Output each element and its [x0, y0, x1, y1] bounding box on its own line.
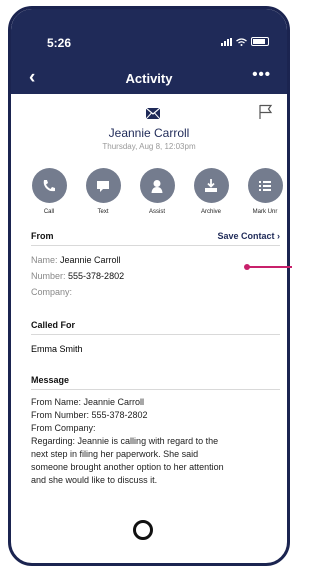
flag-icon[interactable] [259, 104, 273, 120]
name-label: Name: [31, 255, 58, 265]
message-line: someone brought another option to her at… [31, 462, 224, 472]
nav-bar: ‹ Activity ••• [11, 61, 287, 94]
from-section: From Save Contact › Name: Jeannie Carrol… [31, 231, 280, 297]
phone-frame: 5:26 ‹ Activity ••• Jeannie Carroll Thur… [8, 6, 290, 566]
message-line: From Company: [31, 423, 96, 433]
divider [31, 389, 280, 390]
call-label: Call [43, 209, 55, 215]
status-icons [221, 37, 269, 46]
page-title: Activity [125, 71, 173, 86]
divider [31, 334, 280, 335]
number-label: Number: [31, 271, 66, 281]
message-heading: Message [31, 375, 70, 385]
battery-icon [251, 37, 269, 46]
message-line: From Name: Jeannie Carroll [31, 397, 145, 407]
archive-button[interactable]: Archive [187, 168, 235, 215]
archive-label: Archive [200, 209, 221, 215]
message-line: From Number: 555-378-2802 [31, 410, 148, 420]
divider [31, 245, 280, 246]
envelope-icon [146, 108, 160, 119]
signal-icon [221, 37, 232, 46]
call-button[interactable]: Call [25, 168, 73, 215]
called-for-value: Emma Smith [31, 344, 83, 354]
message-body: From Name: Jeannie Carroll From Number: … [31, 396, 280, 487]
assist-label: Assist [148, 209, 165, 215]
from-company-row: Company: [31, 287, 280, 297]
home-button[interactable] [133, 520, 153, 540]
text-label: Text [97, 209, 109, 215]
message-line: next step in filing her paperwork. She s… [31, 449, 199, 459]
more-options-icon[interactable]: ••• [252, 66, 271, 83]
status-time: 5:26 [47, 36, 72, 50]
name-value: Jeannie Carroll [60, 255, 121, 265]
from-name-row: Name: Jeannie Carroll [31, 255, 280, 265]
called-for-heading: Called For [31, 320, 76, 330]
assist-icon [139, 168, 175, 203]
called-for-section: Called For Emma Smith [31, 320, 280, 354]
call-date: Thursday, Aug 8, 12:03pm [102, 142, 196, 151]
status-bar: 5:26 [11, 9, 287, 61]
phone-icon [31, 168, 67, 203]
archive-icon [193, 168, 229, 203]
chat-icon [85, 168, 121, 203]
callout-pointer [247, 266, 292, 268]
list-icon [247, 168, 283, 203]
save-contact-button[interactable]: Save Contact › [217, 231, 280, 241]
text-button[interactable]: Text [79, 168, 127, 215]
company-label: Company: [31, 287, 73, 297]
mark-unread-label: Mark Unr [252, 209, 278, 215]
message-line: and she would like to discuss it. [31, 475, 158, 485]
message-section: Message From Name: Jeannie Carroll From … [31, 375, 280, 487]
assist-button[interactable]: Assist [133, 168, 181, 215]
message-line: Regarding: Jeannie is calling with regar… [31, 436, 219, 446]
callout-dot [244, 264, 250, 270]
contact-name: Jeannie Carroll [108, 126, 190, 140]
wifi-icon [236, 37, 247, 46]
from-number-row: Number: 555-378-2802 [31, 271, 280, 281]
mark-unread-button[interactable]: Mark Unr [241, 168, 287, 215]
number-value[interactable]: 555-378-2802 [68, 271, 124, 281]
